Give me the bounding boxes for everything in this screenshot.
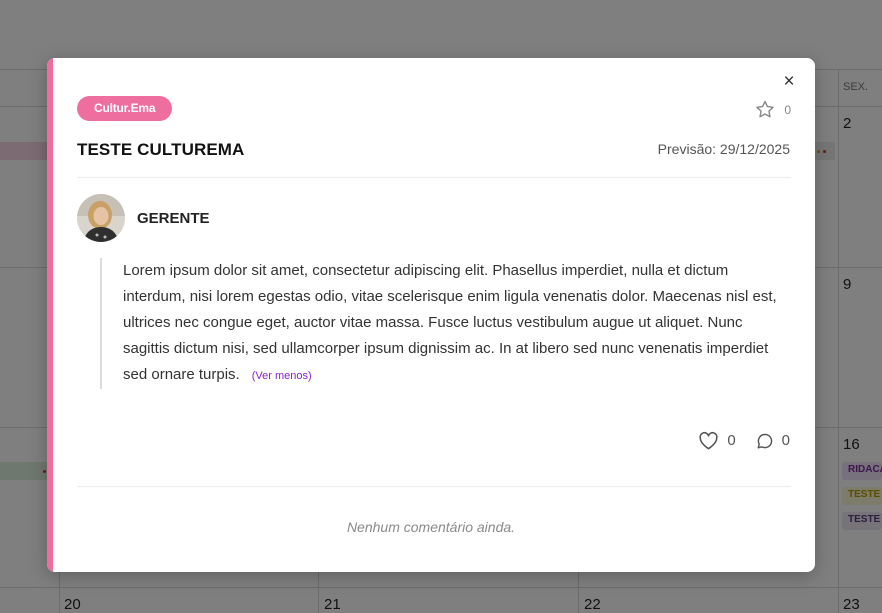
avatar[interactable] (77, 194, 125, 242)
comment-icon (757, 433, 772, 448)
divider (77, 486, 791, 487)
empty-comments-message: Nenhum comentário ainda. (346, 519, 516, 535)
like-count: 0 (727, 432, 736, 449)
favorite-button[interactable]: 0 (754, 99, 791, 120)
forecast-date: Previsão: 29/12/2025 (657, 141, 790, 157)
favorite-count: 0 (784, 102, 791, 117)
close-button[interactable]: × (779, 72, 799, 92)
author-block: GERENTE (77, 194, 210, 242)
post-modal: × Cultur.Ema 0 TESTE CULTUREMA Previsão:… (47, 58, 815, 572)
close-icon: × (783, 71, 795, 92)
post-text: Lorem ipsum dolor sit amet, consectetur … (123, 262, 777, 383)
like-button[interactable]: 0 (698, 431, 736, 450)
author-name: GERENTE (137, 209, 210, 227)
category-tag[interactable]: Cultur.Ema (77, 96, 173, 121)
comment-button[interactable]: 0 (756, 432, 790, 450)
comment-count: 0 (781, 432, 790, 449)
modal-accent-bar (47, 58, 53, 572)
heart-icon (699, 431, 718, 450)
reactions-bar: 0 0 (698, 431, 790, 450)
divider (77, 177, 791, 178)
post-body: Lorem ipsum dolor sit amet, consectetur … (100, 258, 791, 389)
post-title: TESTE CULTUREMA (77, 140, 245, 159)
star-icon (756, 100, 775, 118)
show-less-link[interactable]: (Ver menos) (252, 370, 312, 382)
